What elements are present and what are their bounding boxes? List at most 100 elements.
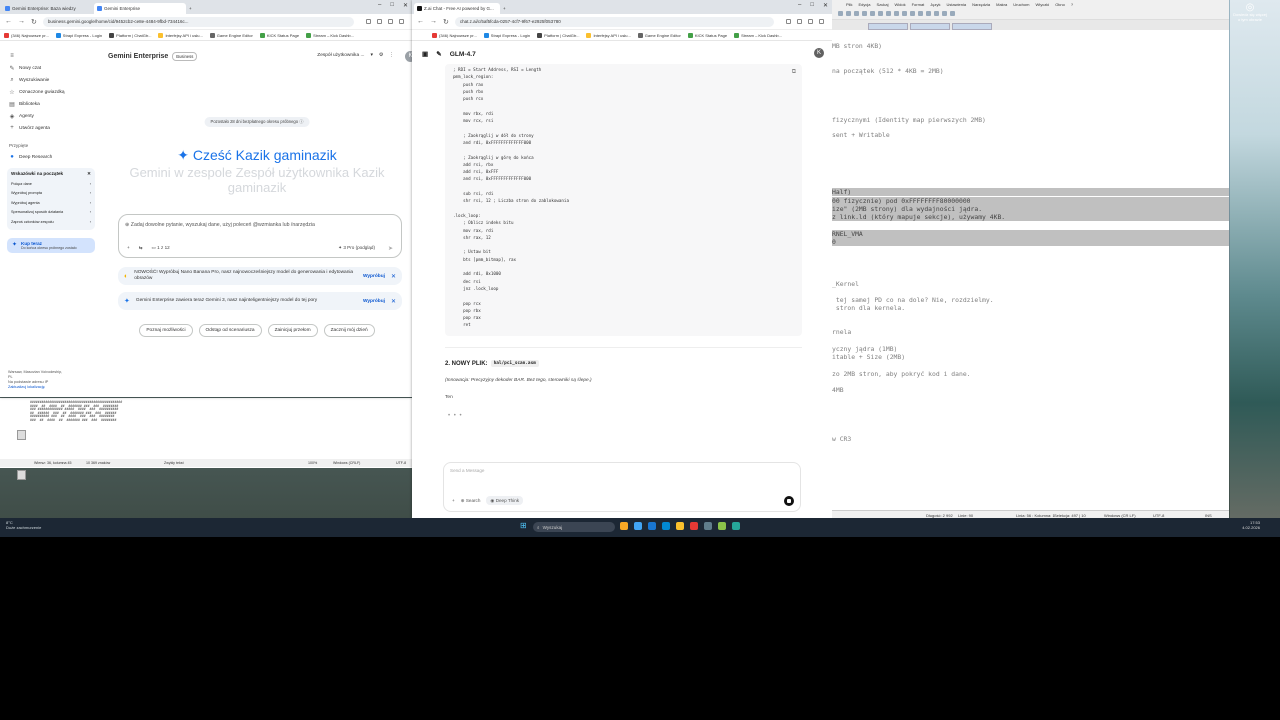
add-button[interactable]: +: [127, 245, 130, 251]
menu-plugins[interactable]: Wtyczki: [1035, 2, 1049, 7]
undo-icon[interactable]: [910, 11, 915, 16]
sidebar-item-agents[interactable]: ◈ Agenty: [4, 110, 98, 122]
new-file-icon[interactable]: [838, 11, 843, 16]
menu-icon[interactable]: [819, 19, 824, 24]
reload-icon[interactable]: ↻: [31, 18, 37, 26]
minimize-button[interactable]: –: [378, 2, 381, 9]
edge-icon[interactable]: [634, 522, 642, 530]
save-all-icon[interactable]: [862, 11, 867, 16]
menu-run[interactable]: Uruchom: [1013, 2, 1029, 7]
avatar[interactable]: K: [814, 48, 824, 58]
bookmark-icon[interactable]: [797, 19, 802, 24]
save-icon[interactable]: [854, 11, 859, 16]
forward-icon[interactable]: →: [430, 18, 437, 25]
forward-icon[interactable]: →: [18, 18, 25, 25]
notepad-editor[interactable]: MB stron 4KB) na początek (512 * 4KB = 2M…: [832, 30, 1229, 508]
bookmark-item[interactable]: Strapi Express - Login: [483, 32, 530, 38]
apps-icon[interactable]: ⋮: [389, 53, 394, 58]
mail-icon[interactable]: [662, 522, 670, 530]
profile-icon[interactable]: [388, 19, 393, 24]
chip-scenario[interactable]: Odstąp od scenariusza: [198, 324, 262, 337]
weather-widget[interactable]: 8°C Duże zachmurzenie: [6, 520, 41, 530]
tip-item[interactable]: Wypróbuj prompta ›: [11, 189, 91, 199]
copy-icon[interactable]: [894, 11, 899, 16]
bookmark-item[interactable]: Interfejsy API i usłu...: [586, 32, 631, 38]
bookmark-item[interactable]: (346) Najnowsze pr...: [432, 32, 477, 38]
tools-button[interactable]: ⇆: [139, 245, 143, 251]
back-icon[interactable]: ←: [5, 18, 12, 25]
tip-item[interactable]: Wypróbuj agenta ›: [11, 198, 91, 208]
menu-icon[interactable]: [399, 19, 404, 24]
close-button[interactable]: ✕: [403, 2, 408, 9]
bookmark-item[interactable]: Stream – Kick Dashb...: [306, 32, 354, 38]
sidebar-item-create-agent[interactable]: + Utwórz agenta: [4, 122, 98, 134]
bookmark-item[interactable]: Game Engine Editor: [209, 32, 253, 38]
stop-button[interactable]: [784, 496, 794, 506]
cut-icon[interactable]: [886, 11, 891, 16]
bookmark-item[interactable]: Strapi Express - Login: [55, 32, 102, 38]
menu-edit[interactable]: Edycja: [858, 2, 870, 7]
menu-settings[interactable]: Ustawienia: [947, 2, 967, 7]
replace-icon[interactable]: [934, 11, 939, 16]
update-location-link[interactable]: Zaktualizuj lokalizację: [8, 385, 45, 389]
wallpaper-info-shortcut[interactable]: ◎ Dowiedz się więcej o tym obrazie: [1232, 3, 1268, 23]
bookmark-icon[interactable]: [377, 19, 382, 24]
chip-start-day[interactable]: Zacznij mój dzień: [323, 324, 375, 337]
chrome-icon[interactable]: [676, 522, 684, 530]
add-icon[interactable]: +: [452, 498, 455, 503]
sidebar-item-new-chat[interactable]: ✎ Nowy czat: [4, 62, 98, 74]
model-selector[interactable]: ✦ 3 Pro (podgląd): [338, 245, 375, 251]
bookmark-item[interactable]: Platform | ChatGtr...: [537, 32, 579, 38]
reload-icon[interactable]: ↻: [443, 18, 449, 26]
close-icon[interactable]: [870, 11, 875, 16]
menu-view[interactable]: Widok: [894, 2, 905, 7]
menu-format[interactable]: Format: [912, 2, 925, 7]
windows-start-icon[interactable]: ⊞: [520, 522, 528, 530]
search-toggle[interactable]: ⊕ Search: [461, 498, 481, 504]
bookmark-item[interactable]: Game Engine Editor: [637, 32, 681, 38]
desktop-icon[interactable]: [17, 470, 26, 480]
url-input[interactable]: chat.z.ai/c/5af5fcda-0257-4cf7-9f67-e292…: [454, 16, 774, 27]
bookmark-item[interactable]: KICK Status Page: [259, 32, 299, 38]
store-icon[interactable]: [648, 522, 656, 530]
chip-breakthrough[interactable]: Zainicjuj przełom: [267, 324, 318, 337]
hamburger-menu[interactable]: ≡: [4, 50, 98, 62]
clock[interactable]: 17:53 4.02.2026: [1242, 520, 1260, 530]
print-icon[interactable]: [878, 11, 883, 16]
menu-help[interactable]: ?: [1071, 2, 1073, 7]
url-input[interactable]: business.gemini.google/home/cid/9452cb2-…: [42, 16, 354, 27]
zoom-in-icon[interactable]: [942, 11, 947, 16]
team-selector[interactable]: Zespół użytkownika ... ▾ ⚙ ⋮: [317, 53, 394, 58]
tab-gemini-knowledge[interactable]: Gemini Enterprise: Baza wiedzy: [2, 3, 94, 14]
prompt-box[interactable]: ⊕ Zadaj dowolne pytanie, wyszukaj dane, …: [118, 214, 402, 258]
message-input[interactable]: Send a Message + ⊕ Search ◉ Deep Think: [443, 462, 801, 512]
menu-window[interactable]: Okno: [1055, 2, 1065, 7]
menu-language[interactable]: Język: [930, 2, 940, 7]
tip-item[interactable]: Spersonalizuj sposób działania ›: [11, 208, 91, 218]
notepadpp-icon[interactable]: [718, 522, 726, 530]
bookmark-item[interactable]: (346) Najnowsze pr...: [4, 32, 49, 38]
find-icon[interactable]: [926, 11, 931, 16]
trial-badge[interactable]: Pozostało 28 dni bezpłatnego okresu prób…: [204, 117, 310, 127]
close-button[interactable]: ✕: [823, 2, 828, 9]
file-explorer-icon[interactable]: [620, 522, 628, 530]
try-button[interactable]: Wypróbuj: [363, 299, 385, 304]
minimize-button[interactable]: –: [798, 2, 801, 9]
open-icon[interactable]: [846, 11, 851, 16]
tab-zai-chat[interactable]: Z.ai Chat - Free AI powered by G...: [414, 3, 500, 14]
maximize-button[interactable]: □: [810, 2, 814, 9]
new-tab-button[interactable]: +: [500, 3, 509, 14]
sidebar-item-search[interactable]: ⌕ Wyszukiwanie: [4, 74, 98, 86]
sources-button[interactable]: ▭ 1 z 12: [152, 245, 170, 251]
menu-macros[interactable]: Makra: [996, 2, 1007, 7]
close-icon[interactable]: ✕: [391, 298, 396, 305]
model-name[interactable]: GLM-4.7: [450, 51, 476, 58]
deep-think-toggle[interactable]: ◉ Deep Think: [486, 496, 524, 505]
brave-icon[interactable]: [690, 522, 698, 530]
send-icon[interactable]: ➤: [388, 245, 393, 252]
new-tab-button[interactable]: +: [186, 3, 195, 14]
menu-tools[interactable]: Narzędzia: [972, 2, 990, 7]
close-icon[interactable]: ✕: [391, 273, 396, 280]
file-tab[interactable]: [910, 23, 950, 30]
bookmark-item[interactable]: Platform | ChatGtr...: [109, 32, 151, 38]
